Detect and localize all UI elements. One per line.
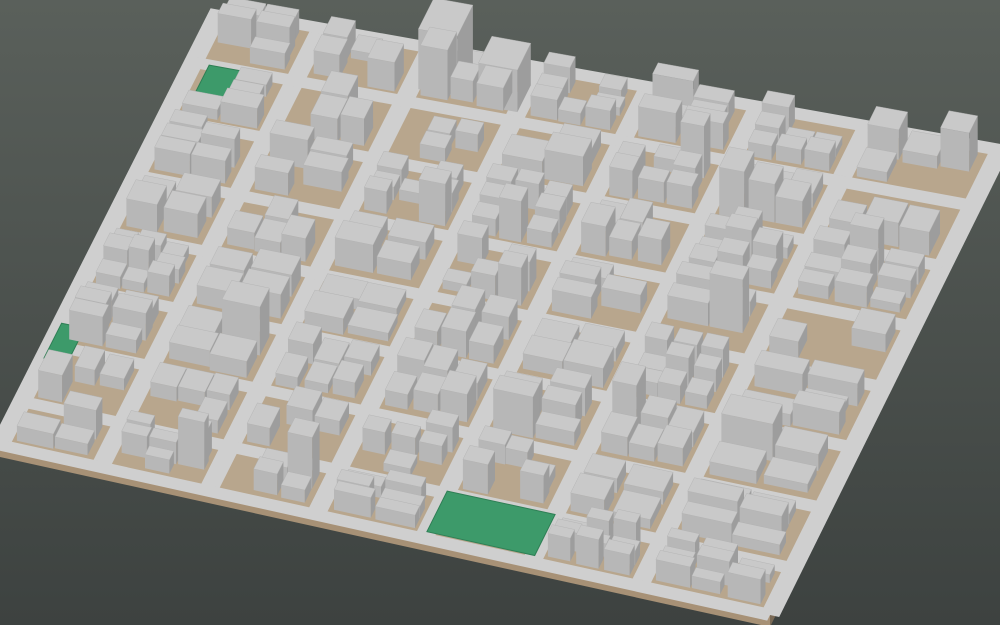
building: [147, 260, 176, 297]
building: [209, 332, 258, 378]
building-face-front: [38, 370, 63, 403]
building: [637, 93, 683, 143]
building: [303, 150, 349, 192]
building-face-front: [940, 127, 970, 172]
building: [280, 471, 312, 503]
building: [253, 456, 284, 496]
building: [609, 152, 640, 200]
building-face-front: [709, 273, 743, 334]
building: [363, 175, 393, 214]
building: [544, 131, 593, 187]
building: [126, 179, 167, 233]
building: [575, 524, 604, 569]
building: [666, 168, 699, 209]
building-face-right: [204, 413, 209, 470]
building-face-front: [581, 221, 606, 257]
building: [519, 458, 550, 504]
building: [362, 414, 392, 455]
building: [940, 110, 978, 172]
building-face-front: [418, 179, 446, 227]
building-face-front: [775, 196, 803, 228]
building: [585, 94, 617, 131]
building: [498, 182, 529, 243]
building-face-front: [499, 197, 522, 243]
building: [217, 2, 257, 49]
building: [367, 38, 405, 92]
building: [526, 214, 559, 248]
building: [376, 239, 420, 281]
building-face-front: [420, 45, 448, 101]
building-face-front: [364, 187, 387, 214]
building-face-front: [609, 166, 633, 200]
map-viewport[interactable]: [0, 0, 1000, 625]
building-face-front: [178, 416, 205, 470]
building: [254, 154, 295, 196]
building-face-front: [576, 534, 599, 569]
building: [530, 83, 564, 121]
building: [313, 34, 348, 79]
building: [418, 429, 448, 466]
building: [177, 407, 209, 470]
building: [709, 260, 750, 334]
building-face-front: [462, 459, 488, 495]
building: [637, 165, 671, 204]
building: [220, 87, 265, 129]
building: [547, 524, 575, 562]
building: [462, 445, 496, 495]
building: [727, 561, 766, 605]
building-face-front: [450, 77, 473, 103]
building: [418, 166, 452, 227]
building-face-front: [367, 57, 395, 92]
building-face-front: [520, 470, 544, 504]
building: [163, 190, 207, 238]
building: [557, 96, 588, 126]
building: [804, 136, 836, 172]
building: [745, 253, 778, 289]
building: [334, 219, 382, 273]
building: [775, 133, 808, 165]
building: [834, 267, 874, 308]
building: [154, 135, 197, 177]
building: [68, 297, 109, 347]
building: [455, 118, 485, 153]
building-face-front: [637, 235, 662, 266]
building: [419, 130, 452, 163]
city-model-scene[interactable]: [0, 0, 1000, 625]
building: [603, 538, 635, 576]
